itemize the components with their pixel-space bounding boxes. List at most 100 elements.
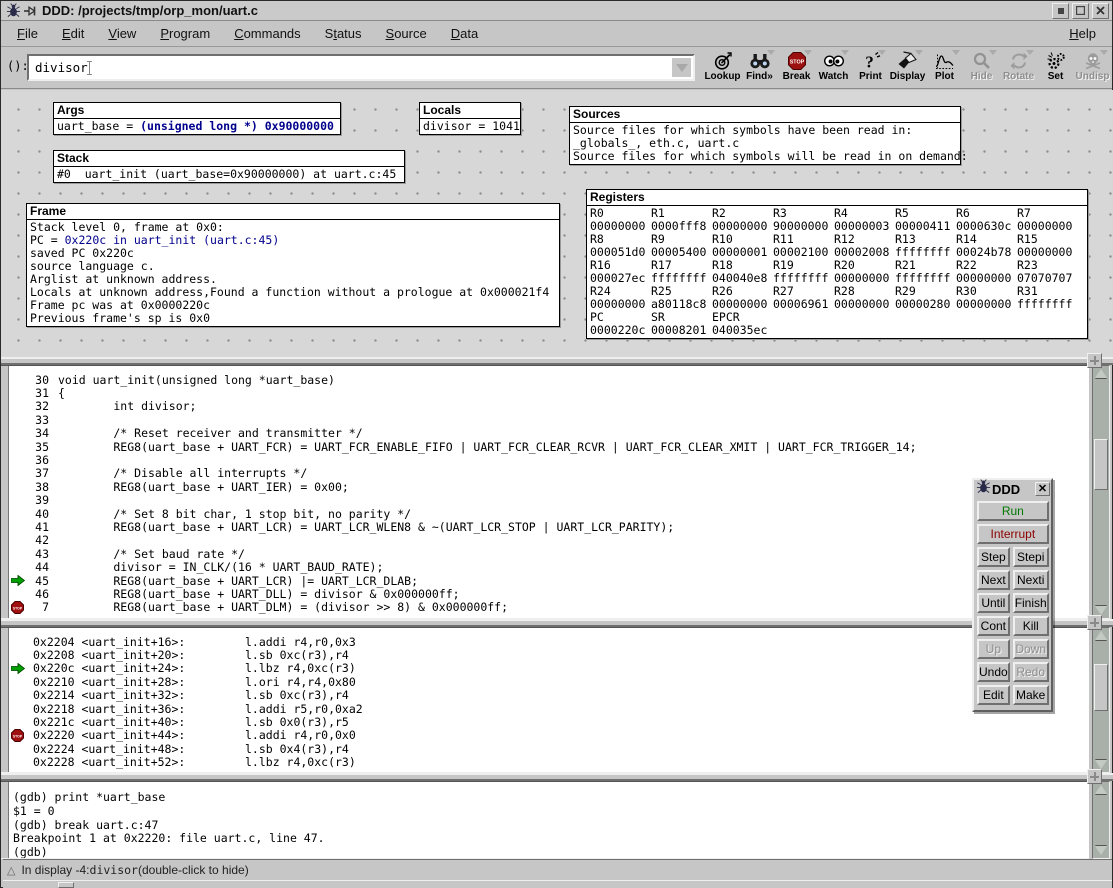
command-button-interrupt[interactable]: Interrupt bbox=[977, 524, 1049, 544]
maximize-button[interactable] bbox=[1072, 3, 1089, 19]
gdb-console-pane[interactable]: (gdb) print *uart_base$1 = 0(gdb) break … bbox=[1, 781, 1089, 859]
sources-display-body[interactable]: Source files for which symbols have been… bbox=[570, 123, 960, 164]
toolbar-button-display[interactable]: Display bbox=[889, 47, 926, 88]
source-scrollbar-trough[interactable] bbox=[1093, 381, 1109, 603]
locals-display[interactable]: Locals divisor = 1041 bbox=[419, 102, 521, 135]
source-line[interactable]: STOP7 REG8(uart_base + UART_DLM) = (divi… bbox=[11, 601, 1089, 614]
source-scrollbar-thumb[interactable] bbox=[1094, 439, 1108, 490]
toolbar-button-break[interactable]: STOPBreak bbox=[778, 47, 815, 88]
disassembly-line[interactable]: 0x2210 <uart_init+28>:l.ori r4,r4,0x80 bbox=[11, 675, 1089, 688]
scroll-up-icon[interactable] bbox=[1093, 782, 1109, 797]
current-line-arrow-icon[interactable] bbox=[11, 662, 27, 675]
sources-display-title[interactable]: Sources bbox=[570, 107, 960, 123]
disasm-scrollbar-trough[interactable] bbox=[1093, 643, 1109, 757]
frame-display[interactable]: Frame Stack level 0, frame at 0x0:PC = 0… bbox=[26, 203, 560, 327]
args-display[interactable]: Args uart_base = (unsigned long *) 0x900… bbox=[53, 102, 341, 135]
source-line[interactable]: 30void uart_init(unsigned long *uart_bas… bbox=[11, 373, 1089, 386]
command-button-edit[interactable]: Edit bbox=[977, 685, 1010, 705]
scroll-down-icon[interactable] bbox=[1093, 843, 1109, 858]
gdb-console-line[interactable]: $1 = 0 bbox=[13, 804, 1089, 818]
gdb-console-line[interactable]: Breakpoint 1 at 0x2220: file uart.c, lin… bbox=[13, 831, 1089, 845]
sash-grip-2[interactable] bbox=[1087, 615, 1102, 630]
command-button-run[interactable]: Run bbox=[977, 501, 1049, 521]
command-button-next[interactable]: Next bbox=[977, 570, 1010, 590]
stack-display-title[interactable]: Stack bbox=[54, 151, 404, 167]
argument-input[interactable]: divisor bbox=[27, 54, 695, 81]
command-button-finish[interactable]: Finish bbox=[1013, 593, 1049, 613]
locals-display-value[interactable]: divisor = 1041 bbox=[420, 119, 520, 134]
menu-file[interactable]: File bbox=[5, 23, 50, 44]
sash-grip-1[interactable] bbox=[1087, 353, 1102, 368]
command-button-stepi[interactable]: Stepi bbox=[1013, 547, 1049, 567]
register-value[interactable]: 00000280 bbox=[895, 298, 956, 311]
source-line-number[interactable]: 43 bbox=[27, 547, 49, 561]
toolbar-button-lookup[interactable]: Lookup bbox=[704, 47, 741, 88]
gdb-console-line[interactable]: (gdb) break uart.c:47 bbox=[13, 818, 1089, 832]
command-tool-titlebar[interactable]: DDD ✕ bbox=[974, 480, 1051, 497]
splitter-data-source[interactable] bbox=[1, 357, 1113, 365]
register-value[interactable]: 00000000 bbox=[956, 298, 1017, 311]
source-line[interactable]: 45 REG8(uart_base + UART_LCR) |= UART_LC… bbox=[11, 574, 1089, 587]
toolbar-button-hide[interactable]: Hide bbox=[963, 47, 1000, 88]
registers-display-body[interactable]: R0R1R2R3R4R5R6R7000000000000fff800000000… bbox=[587, 206, 1087, 338]
register-value[interactable]: 0000220c bbox=[590, 324, 651, 337]
breakpoint-stop-icon[interactable]: STOP bbox=[11, 601, 27, 614]
command-button-make[interactable]: Make bbox=[1013, 685, 1049, 705]
sources-display[interactable]: Sources Source files for which symbols h… bbox=[569, 106, 961, 165]
source-code-pane[interactable]: 30void uart_init(unsigned long *uart_bas… bbox=[1, 365, 1089, 619]
source-line[interactable]: 34 /* Reset receiver and transmitter */ bbox=[11, 427, 1089, 440]
toolbar-button-watch[interactable]: Watch bbox=[815, 47, 852, 88]
register-value[interactable]: 00000000 bbox=[834, 298, 895, 311]
source-line-number[interactable]: 30 bbox=[27, 373, 49, 387]
menu-program[interactable]: Program bbox=[148, 23, 222, 44]
gdb-console-line[interactable]: (gdb) print *uart_base bbox=[13, 790, 1089, 804]
source-line-number[interactable]: 46 bbox=[27, 587, 49, 601]
toolbar-button-rotate[interactable]: Rotate bbox=[1000, 47, 1037, 88]
source-line[interactable]: 39 bbox=[11, 494, 1089, 507]
source-line[interactable]: 33 bbox=[11, 413, 1089, 426]
source-line-number[interactable]: 39 bbox=[27, 493, 49, 507]
register-value[interactable]: 00008201 bbox=[651, 324, 712, 337]
source-line-number[interactable]: 33 bbox=[27, 413, 49, 427]
argument-history-dropdown[interactable] bbox=[672, 58, 691, 77]
source-line-number[interactable]: 37 bbox=[27, 466, 49, 480]
registers-display-title[interactable]: Registers bbox=[587, 190, 1087, 206]
menu-status[interactable]: Status bbox=[313, 23, 374, 44]
register-value[interactable]: 040035ec bbox=[712, 324, 773, 337]
titlebar[interactable]: DDD: /projects/tmp/orp_mon/uart.c bbox=[1, 1, 1112, 21]
splitter-source-disasm[interactable] bbox=[1, 619, 1113, 627]
command-tool[interactable]: DDD ✕ RunInterruptStepStepiNextNextiUnti… bbox=[972, 478, 1053, 712]
toolbar-button-print[interactable]: ?Print bbox=[852, 47, 889, 88]
register-value[interactable]: 00006961 bbox=[773, 298, 834, 311]
menu-commands[interactable]: Commands bbox=[222, 23, 312, 44]
command-button-cont[interactable]: Cont bbox=[977, 616, 1010, 636]
scroll-up-icon[interactable] bbox=[1093, 366, 1109, 381]
stack-frame-line[interactable]: #0 uart_init (uart_base=0x90000000) at u… bbox=[54, 167, 404, 182]
source-line[interactable]: 44 divisor = IN_CLK/(16 * UART_BAUD_RATE… bbox=[11, 560, 1089, 573]
status-expand-icon[interactable]: △ bbox=[7, 864, 15, 877]
menu-edit[interactable]: Edit bbox=[50, 23, 96, 44]
disassembly-line[interactable]: 0x2204 <uart_init+16>:l.addi r4,r0,0x3 bbox=[11, 635, 1089, 648]
command-button-nexti[interactable]: Nexti bbox=[1013, 570, 1049, 590]
source-line-number[interactable]: 41 bbox=[27, 520, 49, 534]
menu-data[interactable]: Data bbox=[439, 23, 490, 44]
command-tool-close-button[interactable]: ✕ bbox=[1035, 482, 1050, 496]
source-line[interactable]: 38 REG8(uart_base + UART_IER) = 0x00; bbox=[11, 480, 1089, 493]
source-line[interactable]: 42 bbox=[11, 534, 1089, 547]
current-line-arrow-icon[interactable] bbox=[11, 574, 27, 587]
splitter-disasm-gdb[interactable] bbox=[1, 773, 1113, 781]
disassembly-line[interactable]: 0x2218 <uart_init+36>:l.addi r5,r0,0xa2 bbox=[11, 702, 1089, 715]
disassembly-line[interactable]: 0x220c <uart_init+24>:l.lbz r4,0xc(r3) bbox=[11, 662, 1089, 675]
toolbar-button-undisp[interactable]: Undisp bbox=[1074, 47, 1111, 88]
minimize-button[interactable] bbox=[1052, 3, 1069, 19]
disassembly-line[interactable]: 0x2228 <uart_init+52>:l.lbz r4,0xc(r3) bbox=[11, 756, 1089, 769]
disasm-scrollbar-thumb[interactable] bbox=[1094, 664, 1108, 712]
disassembly-line[interactable]: 0x2224 <uart_init+48>:l.sb 0x4(r3),r4 bbox=[11, 742, 1089, 755]
source-line-number[interactable]: 38 bbox=[27, 480, 49, 494]
source-line[interactable]: 32 int divisor; bbox=[11, 400, 1089, 413]
disassembly-line[interactable]: 0x221c <uart_init+40>:l.sb 0x0(r3),r5 bbox=[11, 715, 1089, 728]
command-button-step[interactable]: Step bbox=[977, 547, 1010, 567]
toolbar-button-plot[interactable]: Plot bbox=[926, 47, 963, 88]
frame-display-title[interactable]: Frame bbox=[27, 204, 559, 220]
source-line-number[interactable]: 31 bbox=[27, 386, 49, 400]
